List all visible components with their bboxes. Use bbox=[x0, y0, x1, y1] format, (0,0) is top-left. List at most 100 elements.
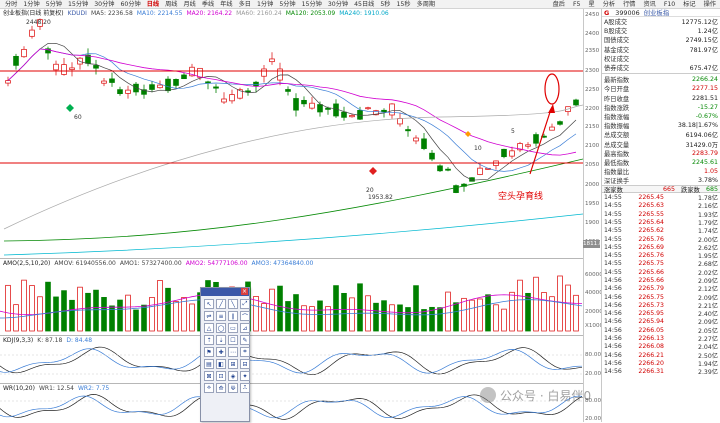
volume-bar[interactable] bbox=[453, 302, 459, 332]
candle-body[interactable] bbox=[213, 86, 219, 89]
drawing-tool-icon[interactable]: ⟱ bbox=[228, 383, 238, 393]
candle-body[interactable] bbox=[381, 109, 387, 113]
candle-body[interactable] bbox=[301, 99, 307, 105]
volume-bar[interactable] bbox=[125, 294, 131, 332]
volume-bar[interactable] bbox=[85, 292, 91, 332]
drawing-tool-icon[interactable]: △ bbox=[204, 323, 214, 333]
drawing-tool-icon[interactable]: ⌗ bbox=[240, 347, 250, 357]
candle-body[interactable] bbox=[5, 80, 11, 84]
drawing-tool-icon[interactable]: ⎍ bbox=[240, 383, 250, 393]
drawing-tool-icon[interactable]: ⟰ bbox=[216, 383, 226, 393]
period-tab[interactable]: 日线 bbox=[144, 0, 162, 9]
volume-bar[interactable] bbox=[173, 301, 179, 332]
period-tab[interactable]: 多周期 bbox=[414, 0, 439, 9]
volume-bar[interactable] bbox=[333, 285, 339, 332]
chart-area[interactable]: 空头孕育线 2448.20 1953.82 60 20 10 5 创业板指(日线 前复权) K… bbox=[0, 9, 603, 422]
candle-body[interactable] bbox=[181, 74, 187, 80]
volume-bar[interactable] bbox=[357, 283, 363, 332]
period-tab[interactable]: 5分钟 bbox=[43, 0, 65, 9]
candle-body[interactable] bbox=[245, 90, 251, 93]
volume-bar[interactable] bbox=[469, 299, 475, 332]
period-tab[interactable]: 周线 bbox=[162, 0, 180, 9]
drawing-tool-icon[interactable]: ⤢ bbox=[240, 299, 250, 309]
period-tab[interactable]: 30分钟 bbox=[91, 0, 117, 9]
candle-body[interactable] bbox=[53, 63, 59, 71]
candle-body[interactable] bbox=[325, 107, 331, 110]
volume-bar[interactable] bbox=[437, 307, 443, 332]
pane-divider[interactable] bbox=[0, 258, 600, 259]
period-tab[interactable]: 多日 bbox=[236, 0, 254, 9]
drawing-tool-icon[interactable]: ⋯ bbox=[228, 347, 238, 357]
drawing-tool-icon[interactable]: ⚑ bbox=[204, 347, 214, 357]
period-tab[interactable]: 15分钟 bbox=[65, 0, 91, 9]
candle-body[interactable] bbox=[149, 84, 155, 90]
period-tab[interactable]: 月线 bbox=[181, 0, 199, 9]
candle-body[interactable] bbox=[61, 64, 67, 75]
volume-bar[interactable] bbox=[541, 292, 547, 332]
period-tab[interactable]: 45日线 bbox=[351, 0, 377, 9]
candle-body[interactable] bbox=[365, 107, 371, 110]
toolbar-button[interactable]: 标记 bbox=[679, 0, 699, 9]
candle-body[interactable] bbox=[525, 144, 531, 147]
volume-bar[interactable] bbox=[133, 309, 139, 332]
chart-canvas[interactable]: 空头孕育线 2448.20 1953.82 60 20 10 5 bbox=[0, 9, 600, 422]
period-tab[interactable]: 1分钟 bbox=[254, 0, 276, 9]
volume-bar[interactable] bbox=[317, 300, 323, 332]
candle-body[interactable] bbox=[573, 99, 579, 106]
drawing-tool-icon[interactable]: ✚ bbox=[216, 347, 226, 357]
candle-body[interactable] bbox=[421, 138, 427, 149]
pane-divider[interactable] bbox=[0, 335, 600, 336]
toolbar-button[interactable]: 盘后 bbox=[549, 0, 569, 9]
drawing-tool-icon[interactable]: ⟡ bbox=[204, 383, 214, 393]
volume-bar[interactable] bbox=[509, 291, 515, 332]
volume-bar[interactable] bbox=[117, 299, 123, 332]
candle-body[interactable] bbox=[405, 129, 411, 132]
volume-bar[interactable] bbox=[397, 304, 403, 332]
drawing-tool-icon[interactable]: ⇡ bbox=[204, 335, 214, 345]
volume-bar[interactable] bbox=[445, 291, 451, 332]
candle-body[interactable] bbox=[437, 165, 443, 172]
volume-bar[interactable] bbox=[21, 279, 27, 332]
drawing-tool-icon[interactable]: ◧ bbox=[216, 359, 226, 369]
period-tab[interactable]: 30分钟 bbox=[325, 0, 351, 9]
period-tab[interactable]: 年线 bbox=[217, 0, 235, 9]
volume-bar[interactable] bbox=[525, 292, 531, 332]
drawing-tool-icon[interactable]: ╱ bbox=[216, 299, 226, 309]
drawing-tool-icon[interactable]: ↖ bbox=[204, 299, 214, 309]
period-tab[interactable]: 5秒 bbox=[377, 0, 393, 9]
drawing-tool-icon[interactable]: ▤ bbox=[204, 359, 214, 369]
tick-list[interactable]: 14:55 2265.45 1.78亿 14:55 2265.63 2.16亿 14:55 2… bbox=[602, 193, 720, 376]
volume-bar[interactable] bbox=[149, 296, 155, 332]
volume-bar[interactable] bbox=[373, 302, 379, 332]
drawing-tool-icon[interactable]: ☐ bbox=[228, 335, 238, 345]
candle-body[interactable] bbox=[341, 111, 347, 118]
candle-body[interactable] bbox=[157, 84, 163, 89]
candle-body[interactable] bbox=[397, 118, 403, 125]
candle-body[interactable] bbox=[453, 185, 459, 193]
volume-bar[interactable] bbox=[5, 284, 11, 332]
volume-bar[interactable] bbox=[477, 298, 483, 332]
candle-body[interactable] bbox=[269, 58, 275, 63]
volume-bar[interactable] bbox=[573, 294, 579, 332]
candle-body[interactable] bbox=[165, 78, 171, 92]
period-tab[interactable]: 1分钟 bbox=[20, 0, 42, 9]
candle-body[interactable] bbox=[309, 102, 315, 109]
volume-bar[interactable] bbox=[349, 297, 355, 332]
candle-body[interactable] bbox=[509, 150, 515, 157]
toolbar-button[interactable]: F5 bbox=[569, 0, 585, 9]
volume-bar[interactable] bbox=[29, 285, 35, 332]
volume-bar[interactable] bbox=[501, 308, 507, 332]
close-icon[interactable]: × bbox=[241, 288, 248, 295]
candle-body[interactable] bbox=[261, 68, 267, 77]
volume-bar[interactable] bbox=[101, 297, 107, 332]
volume-bar[interactable] bbox=[165, 287, 171, 332]
drawing-tool-icon[interactable]: ◈ bbox=[228, 371, 238, 381]
candle-body[interactable] bbox=[117, 89, 123, 95]
candle-body[interactable] bbox=[101, 80, 107, 84]
drawing-tool-icon[interactable]: ⊟ bbox=[240, 359, 250, 369]
candle-body[interactable] bbox=[557, 121, 563, 125]
candle-body[interactable] bbox=[221, 98, 227, 103]
palette-title-bar[interactable]: × bbox=[201, 288, 249, 296]
drawing-tool-icon[interactable]: ∥ bbox=[228, 311, 238, 321]
candle-body[interactable] bbox=[69, 67, 75, 71]
